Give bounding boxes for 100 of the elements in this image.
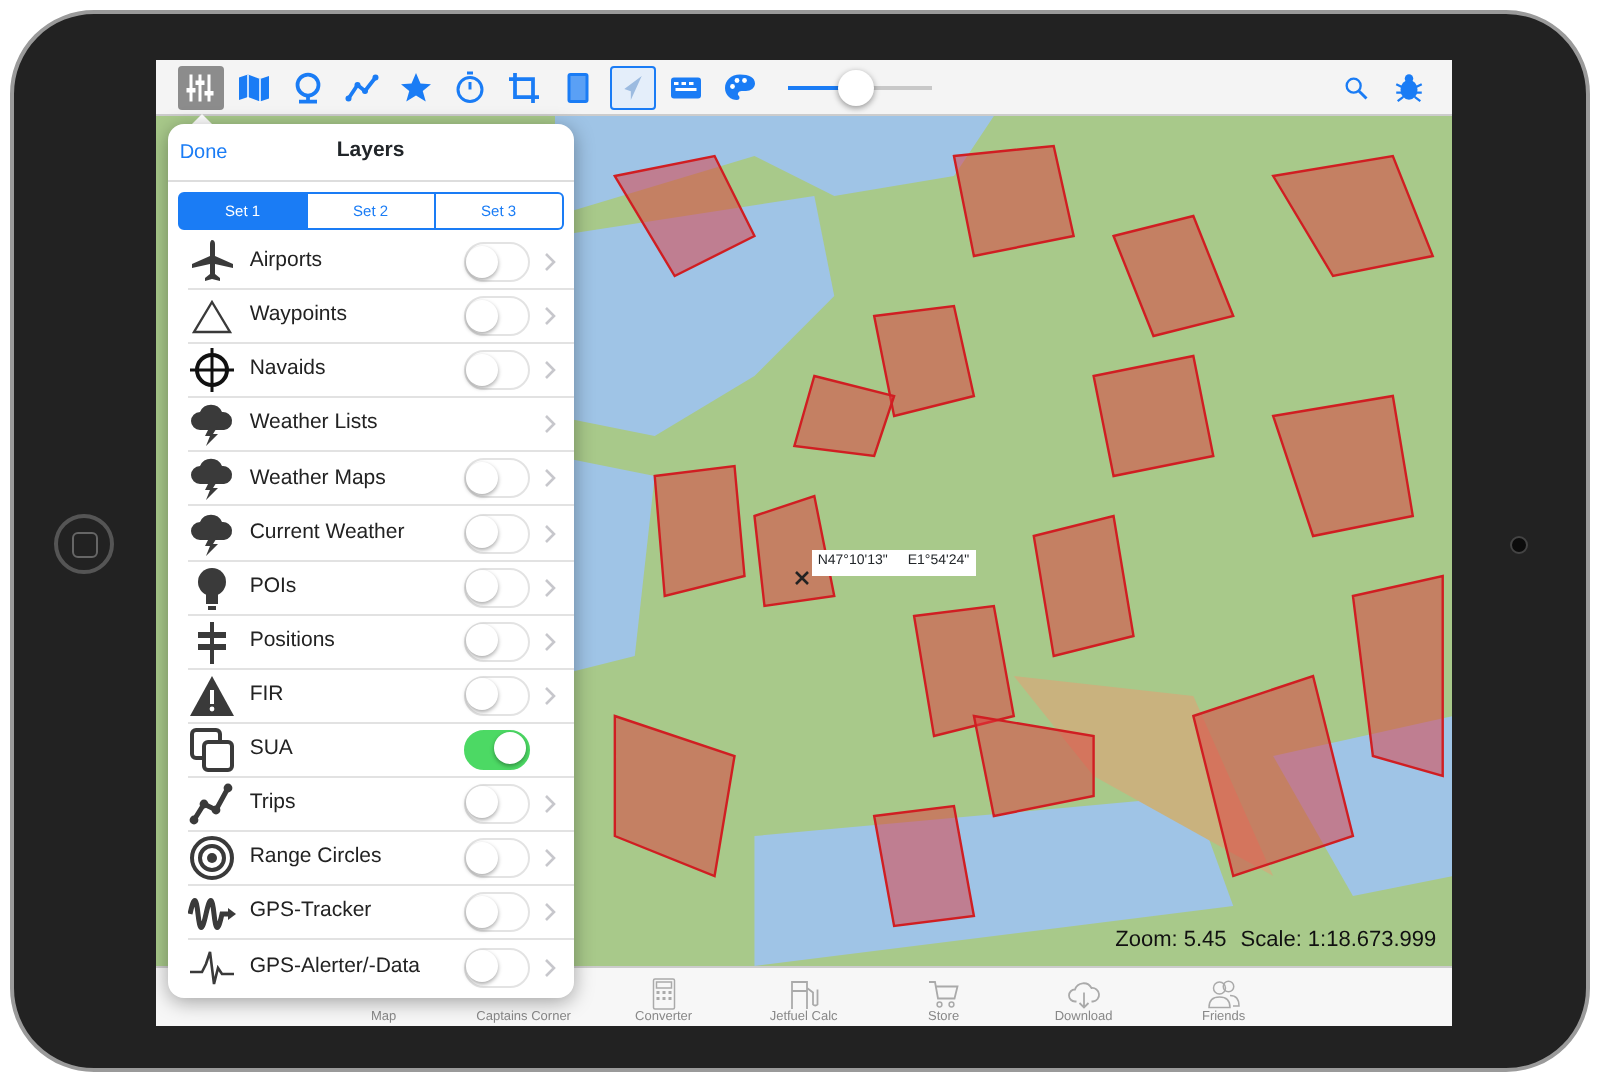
arrow-icon xyxy=(623,75,642,99)
chevron-icon xyxy=(541,414,558,435)
airspace-area[interactable] xyxy=(872,304,975,418)
cart-icon xyxy=(925,975,962,1011)
layer-row[interactable]: Weather Lists xyxy=(187,398,574,453)
chevron-icon xyxy=(541,468,558,489)
toggle-switch[interactable] xyxy=(463,675,530,716)
airspace-area[interactable] xyxy=(792,374,896,458)
airspace-area[interactable] xyxy=(1111,214,1235,338)
chevron-icon xyxy=(541,685,558,706)
toggle-switch[interactable] xyxy=(463,513,530,554)
toggle-switch[interactable] xyxy=(463,242,530,283)
crosshair-marker-icon xyxy=(793,569,810,586)
layer-name: POIs xyxy=(249,571,299,602)
star-icon xyxy=(398,69,435,105)
arrow-button[interactable] xyxy=(609,65,656,109)
airspace-area[interactable] xyxy=(1270,154,1434,278)
chevron-icon xyxy=(541,902,558,923)
airspace-area[interactable] xyxy=(872,804,975,928)
chevron-icon xyxy=(541,577,558,598)
toggle-switch[interactable] xyxy=(463,783,530,824)
layer-name: Waypoints xyxy=(249,300,349,331)
airspace-area[interactable] xyxy=(1351,574,1444,778)
layer-name: GPS-Tracker xyxy=(249,896,374,927)
overlapping-squares-icon xyxy=(187,725,236,774)
layer-row[interactable]: FIR xyxy=(187,669,574,724)
layer-name: Trips xyxy=(249,788,298,819)
layer-row[interactable]: GPS-Alerter/-Data xyxy=(187,940,574,995)
airspace-area[interactable] xyxy=(613,714,736,878)
toggle-switch[interactable] xyxy=(463,729,530,770)
toggle-switch[interactable] xyxy=(463,892,530,933)
route-icon xyxy=(344,69,381,105)
storm-cloud-icon xyxy=(187,509,236,558)
layer-row[interactable]: Waypoints xyxy=(187,290,574,345)
airspace-area[interactable] xyxy=(972,714,1095,818)
layer-row[interactable]: SUA xyxy=(187,723,574,778)
layer-row[interactable]: Airports xyxy=(187,236,574,291)
toggle-switch[interactable] xyxy=(463,621,530,662)
chevron-icon xyxy=(541,306,558,327)
toggle-switch[interactable] xyxy=(463,296,530,337)
done-button[interactable]: Done xyxy=(179,137,240,167)
layer-name: GPS-Alerter/-Data xyxy=(249,951,423,982)
route-icon xyxy=(187,779,236,828)
layer-row[interactable]: Range Circles xyxy=(187,832,574,887)
people-icon xyxy=(1205,975,1242,1011)
warning-icon xyxy=(187,671,236,720)
layer-name: Current Weather xyxy=(249,517,407,548)
layer-row[interactable]: Positions xyxy=(187,615,574,670)
chevron-icon xyxy=(541,252,558,273)
chevron-icon xyxy=(541,360,558,381)
toggle-switch[interactable] xyxy=(463,458,530,499)
chevron-icon xyxy=(541,848,558,869)
target-icon xyxy=(187,834,236,883)
scale-text: Scale: 1:18.673.999 xyxy=(1240,925,1437,955)
layer-row[interactable]: Weather Maps xyxy=(187,452,574,507)
fuel-pump-icon xyxy=(785,975,822,1011)
palette-icon xyxy=(722,69,759,105)
slider-thumb[interactable] xyxy=(838,69,875,105)
storm-cloud-icon xyxy=(187,454,236,503)
airspace-area[interactable] xyxy=(1191,674,1354,878)
sliders-icon xyxy=(182,69,219,105)
layer-name: Weather Maps xyxy=(249,463,388,494)
layer-row[interactable]: GPS-Tracker xyxy=(187,886,574,941)
layer-name: FIR xyxy=(249,679,286,710)
map-icon xyxy=(236,69,273,105)
stopwatch-icon xyxy=(452,69,489,105)
chevron-icon xyxy=(541,523,558,544)
search-icon xyxy=(1341,73,1370,101)
toggle-switch[interactable] xyxy=(463,567,530,608)
layer-row[interactable]: POIs xyxy=(187,561,574,616)
airplane-icon xyxy=(187,238,236,287)
crop-icon xyxy=(506,69,543,105)
layer-name: Positions xyxy=(249,625,337,656)
bug-icon xyxy=(1392,70,1427,104)
chevron-icon xyxy=(541,793,558,814)
airspace-area[interactable] xyxy=(952,144,1075,258)
storm-cloud-icon xyxy=(187,400,236,449)
chevron-icon xyxy=(541,631,558,652)
home-button[interactable] xyxy=(54,514,115,574)
airspace-area[interactable] xyxy=(1032,514,1135,658)
layer-name: Range Circles xyxy=(249,842,384,873)
toggle-switch[interactable] xyxy=(463,947,530,988)
airspace-area[interactable] xyxy=(612,154,756,278)
toggle-switch[interactable] xyxy=(463,838,530,879)
sliders-button[interactable] xyxy=(177,65,224,109)
camera-icon xyxy=(1510,535,1529,553)
airspace-area[interactable] xyxy=(1091,354,1215,478)
chevron-icon xyxy=(541,957,558,978)
airspace-area[interactable] xyxy=(912,604,1015,738)
layer-row[interactable]: Navaids xyxy=(187,344,574,399)
zoom-text: Zoom: 5.45 xyxy=(1115,925,1227,955)
airspace-area[interactable] xyxy=(1271,394,1414,538)
toggle-switch[interactable] xyxy=(463,350,530,391)
layer-name: Airports xyxy=(249,246,324,277)
layer-name: Weather Lists xyxy=(249,408,380,439)
layer-name: SUA xyxy=(249,734,295,765)
layer-row[interactable]: Current Weather xyxy=(187,506,574,562)
layer-row[interactable]: Trips xyxy=(187,777,574,833)
airspace-area[interactable] xyxy=(653,464,746,598)
crosshair-icon xyxy=(187,346,236,395)
